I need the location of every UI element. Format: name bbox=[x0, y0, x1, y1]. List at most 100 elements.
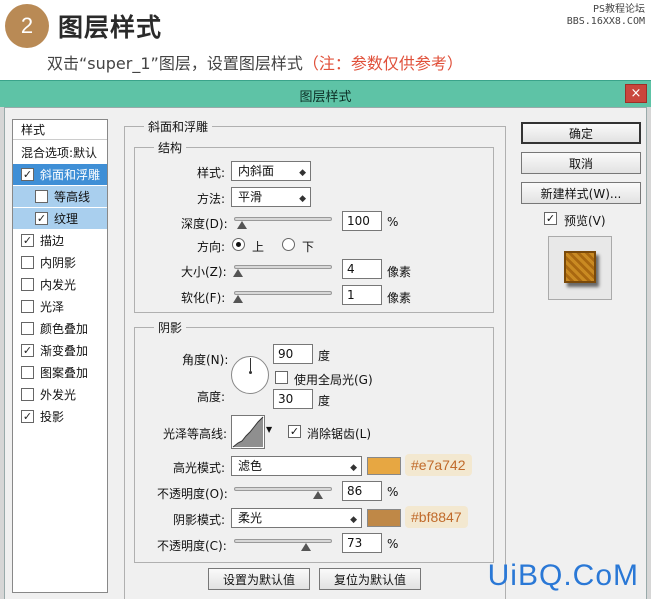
style-item-checkbox[interactable] bbox=[21, 256, 34, 269]
soften-slider[interactable] bbox=[234, 291, 332, 295]
style-item-checkbox[interactable] bbox=[21, 366, 34, 379]
style-list-item[interactable]: ✓ 纹理 bbox=[13, 208, 107, 229]
altitude-input[interactable]: 30 bbox=[273, 389, 313, 409]
style-item-label: 图案叠加 bbox=[40, 366, 89, 380]
dialog-title: 图层样式 bbox=[299, 90, 352, 105]
style-item-checkbox[interactable]: ✓ bbox=[21, 168, 34, 181]
style-list-item[interactable]: ✓ 渐变叠加 bbox=[13, 340, 107, 361]
depth-label: 深度(D): bbox=[181, 217, 228, 231]
size-slider[interactable] bbox=[234, 265, 332, 269]
technique-select[interactable]: 平滑 ◆ bbox=[231, 187, 311, 207]
style-item-checkbox[interactable]: ✓ bbox=[21, 344, 34, 357]
bevel-style-select[interactable]: 内斜面 ◆ bbox=[231, 161, 311, 181]
antialias-checkbox[interactable]: ✓ bbox=[288, 425, 301, 438]
close-icon: × bbox=[630, 86, 642, 101]
style-item-label: 描边 bbox=[40, 234, 65, 248]
angle-dial-needle-icon bbox=[250, 358, 251, 371]
style-item-checkbox[interactable]: ✓ bbox=[35, 212, 48, 225]
angle-label: 角度(N): bbox=[182, 353, 229, 367]
instruction-note: （注：参数仅供参考） bbox=[302, 54, 463, 73]
instruction-main: 双击“super_1”图层，设置图层样式 bbox=[47, 54, 303, 73]
style-item-label: 等高线 bbox=[54, 190, 91, 204]
soften-input[interactable]: 1 bbox=[342, 285, 382, 305]
style-item-checkbox[interactable]: ✓ bbox=[21, 234, 34, 247]
style-item-label: 纹理 bbox=[54, 212, 79, 226]
style-item-checkbox[interactable] bbox=[21, 322, 34, 335]
preview-checkbox[interactable]: ✓ bbox=[544, 212, 557, 225]
soften-slider-thumb[interactable] bbox=[233, 295, 243, 303]
altitude-label: 高度: bbox=[197, 390, 226, 404]
new-style-button[interactable]: 新建样式(W)... bbox=[521, 182, 641, 204]
style-list-heading[interactable]: 样式 bbox=[13, 120, 107, 140]
style-item-label: 内阴影 bbox=[40, 256, 77, 270]
altitude-unit: 度 bbox=[318, 394, 331, 408]
style-list-item[interactable]: 图案叠加 bbox=[13, 362, 107, 383]
direction-label: 方向: bbox=[197, 240, 226, 254]
style-item-label: 内发光 bbox=[40, 278, 77, 292]
depth-slider-thumb[interactable] bbox=[236, 221, 247, 229]
shadow-opacity-slider-thumb[interactable] bbox=[300, 543, 311, 551]
direction-up-radio[interactable] bbox=[232, 238, 245, 251]
gloss-contour-label: 光泽等高线: bbox=[163, 427, 228, 441]
depth-unit: % bbox=[387, 215, 399, 229]
style-list-item[interactable]: 颜色叠加 bbox=[13, 318, 107, 339]
highlight-opacity-input[interactable]: 86 bbox=[342, 481, 382, 501]
size-unit: 像素 bbox=[387, 265, 412, 279]
style-list-item[interactable]: ✓ 斜面和浮雕 bbox=[13, 164, 107, 185]
shadow-opacity-slider[interactable] bbox=[234, 539, 332, 543]
style-list-item[interactable]: 内阴影 bbox=[13, 252, 107, 273]
global-light-checkbox[interactable] bbox=[275, 371, 288, 384]
style-list-item[interactable]: 等高线 bbox=[13, 186, 107, 207]
shadow-opacity-unit: % bbox=[387, 537, 399, 551]
angle-input[interactable]: 90 bbox=[273, 344, 313, 364]
ok-button[interactable]: 确定 bbox=[521, 122, 641, 144]
highlight-mode-select[interactable]: 滤色 ◆ bbox=[231, 456, 362, 476]
gloss-contour-picker[interactable] bbox=[231, 415, 265, 449]
depth-input[interactable]: 100 bbox=[342, 211, 382, 231]
soften-label: 软化(F): bbox=[181, 291, 226, 305]
style-list-item[interactable]: 光泽 bbox=[13, 296, 107, 317]
depth-slider[interactable] bbox=[234, 217, 332, 221]
top-watermark: PS教程论坛 BBS.16XX8.COM bbox=[567, 4, 645, 28]
bevel-emboss-title: 斜面和浮雕 bbox=[144, 118, 213, 135]
style-list-item[interactable]: 外发光 bbox=[13, 384, 107, 405]
site-logo: UiBQ.CoM bbox=[487, 559, 639, 592]
style-list-item[interactable]: ✓ 描边 bbox=[13, 230, 107, 251]
blend-options-item[interactable]: 混合选项:默认 bbox=[13, 142, 107, 163]
global-light-label: 使用全局光(G) bbox=[294, 373, 373, 387]
style-list-item[interactable]: 内发光 bbox=[13, 274, 107, 295]
cancel-button[interactable]: 取消 bbox=[521, 152, 641, 174]
style-item-checkbox[interactable] bbox=[35, 190, 48, 203]
highlight-color-swatch[interactable] bbox=[367, 457, 401, 475]
shadow-opacity-input[interactable]: 73 bbox=[342, 533, 382, 553]
reset-default-button[interactable]: 复位为默认值 bbox=[319, 568, 421, 590]
direction-down-radio[interactable] bbox=[282, 238, 295, 251]
style-item-checkbox[interactable] bbox=[21, 388, 34, 401]
style-item-label: 颜色叠加 bbox=[40, 322, 89, 336]
shadow-color-swatch[interactable] bbox=[367, 509, 401, 527]
style-item-checkbox[interactable] bbox=[21, 300, 34, 313]
shadow-mode-value: 柔光 bbox=[238, 511, 263, 525]
style-item-label: 斜面和浮雕 bbox=[40, 168, 101, 182]
style-item-label: 光泽 bbox=[40, 300, 65, 314]
shadow-mode-label: 阴影模式: bbox=[173, 513, 226, 527]
angle-unit: 度 bbox=[318, 349, 331, 363]
highlight-opacity-slider-thumb[interactable] bbox=[313, 491, 324, 499]
technique-value: 平滑 bbox=[238, 190, 263, 204]
layer-style-dialog: 图层样式 × 样式 混合选项:默认 ✓ 斜面和浮雕等高线 ✓ 纹理 ✓ 描边内阴影内发光光… bbox=[0, 80, 651, 599]
angle-dial-center-icon bbox=[249, 371, 252, 374]
bevel-style-dropdown-icon: ◆ bbox=[299, 168, 306, 178]
shadow-mode-select[interactable]: 柔光 ◆ bbox=[231, 508, 362, 528]
preview-swatch-icon bbox=[564, 251, 596, 283]
size-input[interactable]: 4 bbox=[342, 259, 382, 279]
angle-dial[interactable] bbox=[231, 356, 269, 394]
size-slider-thumb[interactable] bbox=[233, 269, 243, 277]
style-item-checkbox[interactable] bbox=[21, 278, 34, 291]
style-list-item[interactable]: ✓ 投影 bbox=[13, 406, 107, 427]
make-default-button[interactable]: 设置为默认值 bbox=[208, 568, 310, 590]
close-button[interactable]: × bbox=[625, 84, 647, 103]
gloss-contour-dropdown-icon[interactable]: ▼ bbox=[266, 425, 272, 434]
style-item-checkbox[interactable]: ✓ bbox=[21, 410, 34, 423]
antialias-label: 消除锯齿(L) bbox=[307, 427, 372, 441]
structure-title: 结构 bbox=[154, 139, 187, 156]
